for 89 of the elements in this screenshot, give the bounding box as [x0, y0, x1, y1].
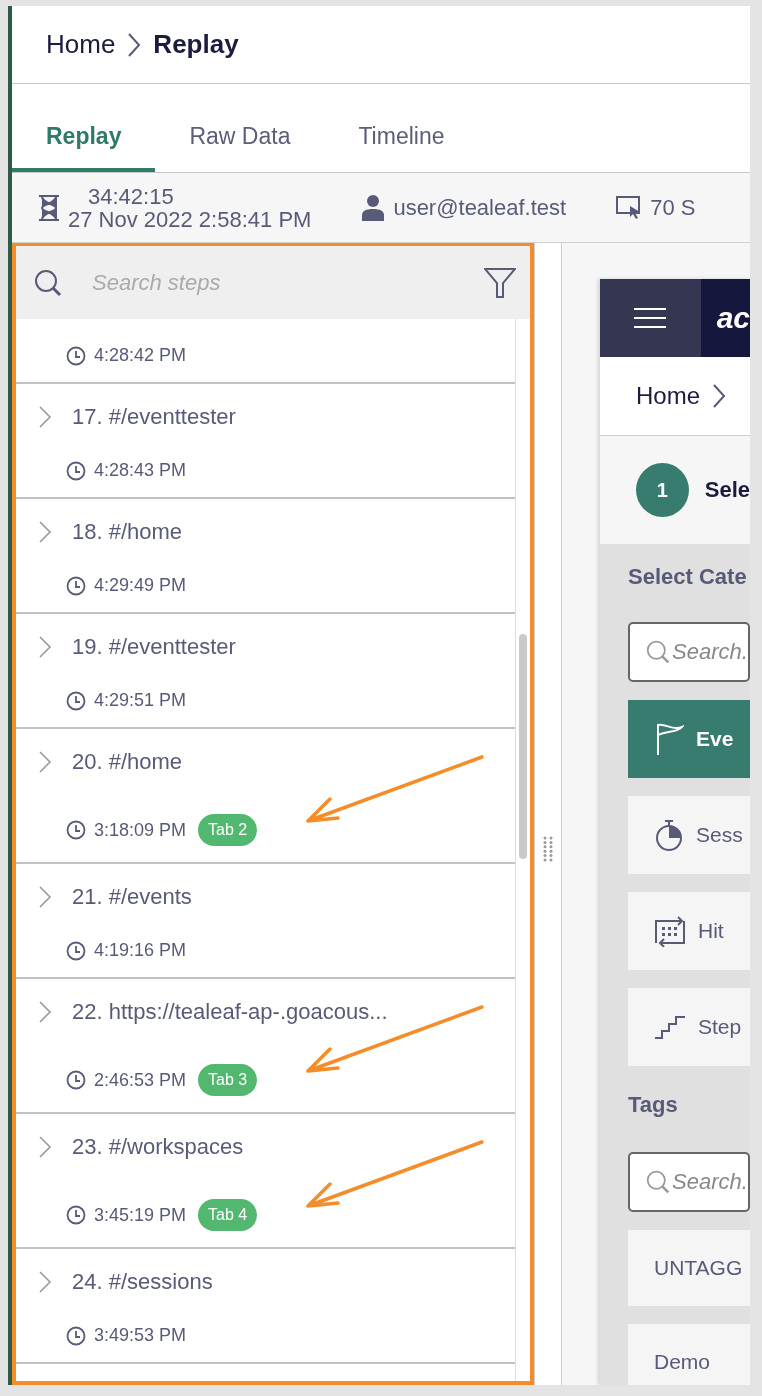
category-button[interactable]: Sess [628, 796, 750, 874]
step-title: 17. #/eventtester [72, 404, 236, 430]
step-title: 21. #/events [72, 884, 192, 910]
tab-badge: Tab 3 [198, 1064, 258, 1096]
session-user: user@tealeaf.test [393, 194, 567, 221]
menu-button[interactable] [600, 279, 701, 357]
tab-badge: Tab 4 [198, 1199, 258, 1231]
screen-cursor-icon [616, 195, 643, 220]
session-date: 27 Nov 2022 2:58:41 PM [68, 207, 312, 231]
search-input[interactable]: Search. [670, 638, 748, 666]
step-item[interactable]: 4:28:42 PM [16, 319, 515, 384]
category-button[interactable]: Hit [628, 892, 750, 970]
flag-icon [654, 722, 684, 756]
category-button[interactable]: Step [628, 988, 750, 1066]
step-time: 4:29:49 PM [94, 575, 187, 596]
clock-icon [66, 1325, 86, 1346]
step-item[interactable]: 19. #/eventtester 4:29:51 PM [16, 614, 515, 729]
filter-icon[interactable] [484, 266, 516, 299]
clock-icon [66, 690, 86, 711]
stairs-icon [654, 1014, 686, 1040]
step-item[interactable]: 18. #/home 4:29:49 PM [16, 499, 515, 614]
search-icon [34, 268, 62, 297]
user-icon [361, 193, 386, 222]
chevron-icon [712, 383, 727, 409]
chevron-icon[interactable] [38, 750, 52, 774]
clock-icon [66, 345, 86, 366]
page-count: 70 S [650, 194, 696, 221]
scrollbar-thumb[interactable] [519, 634, 527, 859]
step-number: 1 [636, 463, 689, 517]
step-time: 4:29:51 PM [94, 690, 187, 711]
brand-logo: ac [700, 279, 750, 357]
clock-icon [66, 1070, 86, 1090]
search-input[interactable]: Search steps [90, 268, 456, 297]
stopwatch-icon [654, 818, 684, 852]
search-icon [646, 1170, 670, 1194]
step-label: Sele [704, 477, 750, 503]
step-time: 4:28:42 PM [94, 345, 187, 366]
search-field[interactable]: Search. [628, 622, 750, 682]
menu-icon [634, 308, 667, 328]
section-title: Tags [628, 1092, 679, 1118]
step-item[interactable]: 20. #/home 3:18:09 PM Tab 2 [16, 729, 515, 864]
search-field[interactable]: Search. [628, 1152, 750, 1212]
chevron-icon[interactable] [38, 635, 52, 659]
category-button[interactable]: Eve [628, 700, 750, 778]
tab-badge: Tab 2 [198, 814, 258, 846]
clock-icon [66, 820, 86, 840]
chevron-icon[interactable] [38, 885, 52, 909]
tab[interactable]: Timeline [324, 118, 479, 172]
step-time: 4:19:16 PM [94, 940, 187, 961]
step-title: 22. https://tealeaf-ap-.goacous... [72, 999, 388, 1025]
step-time: 3:45:19 PM [94, 1204, 187, 1226]
step-item[interactable]: 22. https://tealeaf-ap-.goacous... 2:46:53 PM Tab 3 [16, 979, 515, 1114]
clock-icon [66, 1205, 86, 1225]
step-title: 23. #/workspaces [72, 1134, 244, 1160]
step-time: 3:18:09 PM [94, 819, 187, 841]
tab[interactable]: Raw Data [155, 118, 325, 172]
step-time: 4:28:43 PM [94, 460, 187, 481]
tag-item[interactable]: UNTAGG [628, 1230, 750, 1306]
search-field[interactable]: Search steps [16, 246, 530, 319]
clock-icon [66, 575, 86, 596]
step-item[interactable]: 17. #/eventtester 4:28:43 PM [16, 384, 515, 499]
drag-handle-icon[interactable] [543, 836, 553, 862]
hourglass-icon [38, 193, 60, 222]
hit-arrows-icon [654, 915, 686, 947]
step-item[interactable]: 24. #/sessions 3:49:53 PM [16, 1249, 515, 1364]
step-title: 18. #/home [72, 519, 183, 545]
search-icon [646, 640, 670, 664]
chevron-icon[interactable] [38, 1000, 52, 1024]
step-item[interactable]: 23. #/workspaces 3:45:19 PM Tab 4 [16, 1114, 515, 1249]
step-item[interactable]: 21. #/events 4:19:16 PM [16, 864, 515, 979]
session-duration: 34:42:15 [87, 184, 175, 208]
section-title: Select Cate [628, 564, 748, 590]
chevron-icon[interactable] [38, 1270, 52, 1294]
step-time: 3:49:53 PM [94, 1325, 187, 1346]
clock-icon [66, 940, 86, 961]
chevron-icon[interactable] [38, 520, 52, 544]
breadcrumb-item: Replay [153, 29, 239, 60]
step-title: 20. #/home [72, 749, 183, 775]
step-time: 2:46:53 PM [94, 1069, 187, 1091]
breadcrumb-item[interactable]: Home [46, 29, 116, 60]
breadcrumb-item[interactable]: Home [636, 382, 701, 410]
chevron-icon[interactable] [38, 405, 52, 429]
tag-item[interactable]: Demo [628, 1324, 750, 1385]
step-title: 19. #/eventtester [72, 634, 236, 660]
step-title: 24. #/sessions [72, 1269, 213, 1295]
search-input[interactable]: Search. [670, 1168, 748, 1196]
clock-icon [66, 460, 86, 481]
chevron-icon [127, 31, 142, 58]
chevron-icon[interactable] [38, 1135, 52, 1159]
